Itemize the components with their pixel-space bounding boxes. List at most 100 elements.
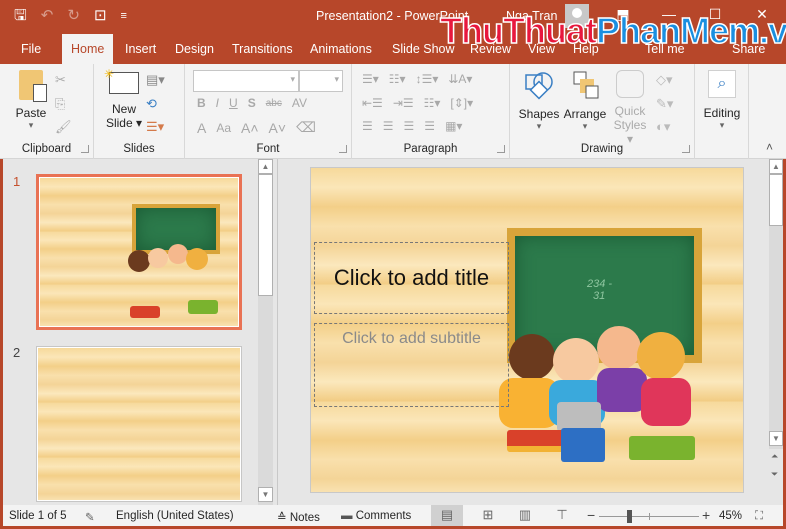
scroll-down-icon[interactable]: ▼ (258, 487, 273, 502)
align-left-icon[interactable]: ☰ (362, 119, 373, 133)
shrink-font-button[interactable]: A˅ (269, 120, 287, 136)
reading-view-button[interactable]: ▥ (509, 505, 541, 526)
language-indicator[interactable]: English (United States) (116, 510, 234, 522)
avatar[interactable] (565, 4, 589, 28)
slideshow-button[interactable]: ⊤ (546, 505, 578, 526)
title-placeholder[interactable]: Click to add title (314, 242, 509, 314)
dialog-launcher-icon[interactable] (497, 145, 505, 153)
redo-icon[interactable]: ↻ (67, 6, 80, 26)
underline-button[interactable]: U (229, 96, 238, 110)
subtitle-placeholder[interactable]: Click to add subtitle (314, 323, 509, 407)
zoom-out-button[interactable]: − (587, 507, 595, 523)
clear-formatting-icon[interactable]: ⌫ (296, 119, 316, 136)
shadow-button[interactable]: S (248, 96, 256, 110)
columns-icon[interactable]: ☷▾ (424, 96, 441, 110)
numbering-icon[interactable]: ☷▾ (389, 72, 406, 86)
editing-button[interactable]: ⌕ Editing ▾ (703, 70, 741, 131)
tab-design[interactable]: Design (175, 42, 214, 56)
change-case-button[interactable]: Aa (216, 121, 231, 135)
decrease-indent-icon[interactable]: ⇤☰ (362, 96, 383, 110)
notes-button[interactable]: ≙ Notes (277, 510, 320, 524)
next-slide-icon[interactable]: ⏷ (771, 469, 778, 480)
minimize-icon[interactable]: — (654, 6, 684, 22)
reset-icon[interactable]: ⟲ (146, 96, 157, 112)
close-icon[interactable]: ✕ (747, 6, 777, 23)
font-name-combo[interactable] (193, 70, 299, 92)
collapse-ribbon-icon[interactable]: ˄ (766, 140, 773, 154)
format-painter-icon[interactable]: 🖌 (55, 119, 72, 135)
tab-insert[interactable]: Insert (125, 42, 156, 56)
section-icon[interactable]: ☰▾ (146, 119, 164, 135)
previous-slide-icon[interactable]: ⏶ (771, 451, 778, 462)
align-center-icon[interactable]: ☰ (383, 119, 394, 133)
strikethrough-button[interactable]: abc (266, 98, 282, 109)
shapes-button[interactable]: Shapes ▾ (518, 70, 560, 132)
dialog-launcher-icon[interactable] (339, 145, 347, 153)
save-icon[interactable]: 🖫 (14, 6, 27, 26)
user-name[interactable]: Nga Tran (506, 9, 557, 23)
layout-icon[interactable]: ▤▾ (146, 72, 165, 88)
dialog-launcher-icon[interactable] (81, 145, 89, 153)
shape-outline-icon[interactable]: ✎▾ (656, 96, 673, 112)
scrollbar-thumb[interactable] (769, 174, 783, 226)
normal-view-button[interactable]: ▤ (431, 505, 463, 526)
zoom-in-button[interactable]: + (702, 507, 710, 523)
grow-font-button[interactable]: A˄ (241, 120, 259, 136)
slide-scrollbar[interactable]: ▲ ▼ (769, 159, 783, 449)
tab-help[interactable]: Help (573, 42, 599, 56)
quick-styles-button[interactable]: Quick Styles ▾ (610, 70, 650, 146)
fit-slide-icon[interactable]: ⛶ (755, 510, 763, 523)
shape-fill-icon[interactable]: ◇▾ (656, 72, 673, 88)
italic-button[interactable]: I (216, 96, 219, 110)
tell-me-search[interactable]: Tell me (645, 42, 685, 56)
font-size-combo[interactable] (299, 70, 343, 92)
line-spacing-icon[interactable]: ↕☰▾ (416, 72, 439, 86)
customize-qat-icon[interactable]: ≡ (121, 6, 127, 26)
font-color-button[interactable]: A (197, 120, 206, 136)
tab-home[interactable]: Home (62, 34, 114, 64)
scroll-up-icon[interactable]: ▲ (769, 159, 783, 174)
slide-canvas[interactable]: 234 -31 Click to add title Click to add … (310, 167, 744, 493)
slide-sorter-button[interactable]: ⊞ (472, 505, 504, 526)
zoom-slider-thumb[interactable] (627, 510, 632, 523)
arrange-button[interactable]: Arrange ▾ (562, 70, 608, 132)
paste-button[interactable]: Paste ▾ (10, 70, 52, 131)
share-button[interactable]: Share (732, 42, 765, 56)
tab-slide-show[interactable]: Slide Show (392, 42, 455, 56)
zoom-slider[interactable] (599, 510, 699, 523)
bold-button[interactable]: B (197, 96, 206, 110)
scrollbar-thumb[interactable] (258, 174, 273, 296)
align-text-icon[interactable]: [⇕]▾ (450, 96, 473, 110)
bullets-icon[interactable]: ☰▾ (362, 72, 379, 86)
align-right-icon[interactable]: ☰ (404, 119, 415, 133)
slide-thumbnail-2[interactable] (36, 346, 242, 502)
tab-review[interactable]: Review (470, 42, 511, 56)
shape-effects-icon[interactable]: ◐▾ (656, 119, 670, 135)
tab-transitions[interactable]: Transitions (232, 42, 293, 56)
text-direction-icon[interactable]: ⇊A▾ (448, 72, 472, 86)
comments-button[interactable]: ▬ Comments (341, 510, 411, 522)
cut-icon[interactable]: ✂ (55, 72, 66, 88)
tab-file[interactable]: File (21, 42, 41, 56)
tab-animations[interactable]: Animations (310, 42, 372, 56)
window-title: Presentation2 - PowerPoint (316, 9, 469, 23)
increase-indent-icon[interactable]: ⇥☰ (393, 96, 414, 110)
scroll-up-icon[interactable]: ▲ (258, 159, 273, 174)
slideshow-icon[interactable]: ⊡ (94, 6, 107, 26)
scroll-down-icon[interactable]: ▼ (769, 431, 783, 446)
copy-icon[interactable]: ⎘ (55, 96, 65, 112)
thumbnail-scrollbar[interactable]: ▲ ▼ (258, 159, 273, 505)
zoom-level[interactable]: 45% (719, 510, 742, 522)
child-image (168, 244, 188, 264)
dialog-launcher-icon[interactable] (682, 145, 690, 153)
new-slide-button[interactable]: ✳ New Slide ▾ (104, 67, 144, 130)
undo-icon[interactable]: ↶ (41, 6, 54, 26)
maximize-icon[interactable]: ☐ (700, 6, 730, 23)
tab-view[interactable]: View (528, 42, 555, 56)
ribbon-display-options-icon[interactable]: ⬒ (608, 6, 638, 23)
justify-icon[interactable]: ☰ (424, 119, 435, 133)
smartart-icon[interactable]: ▦▾ (445, 119, 462, 133)
character-spacing-button[interactable]: AV (292, 96, 307, 110)
slide-thumbnail-1[interactable] (36, 174, 242, 330)
spell-check-icon[interactable]: ✎ (85, 510, 95, 524)
